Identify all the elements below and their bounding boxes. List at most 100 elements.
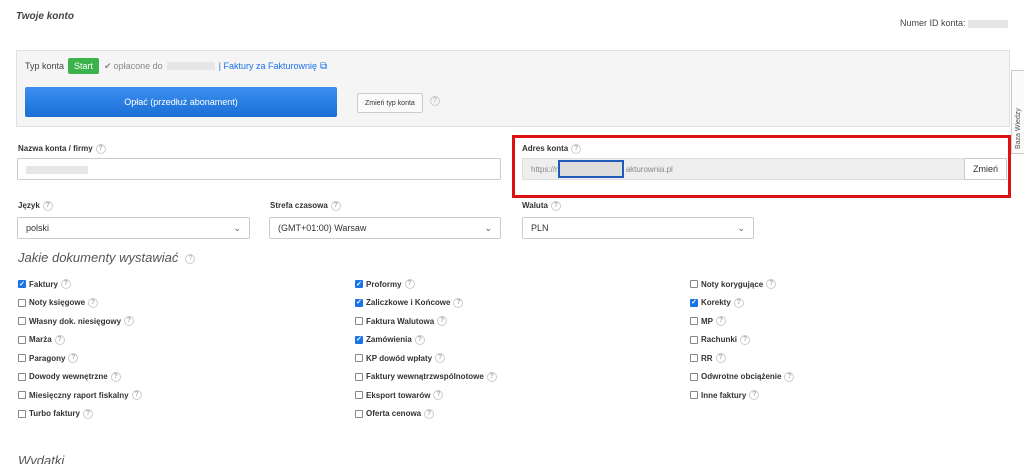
- checkbox-unchecked[interactable]: [690, 335, 698, 344]
- help-icon[interactable]: ?: [88, 297, 99, 308]
- pay-button[interactable]: Opłać (przedłuż abonament): [25, 87, 337, 117]
- copy-icon[interactable]: ⧉: [320, 61, 327, 72]
- document-option[interactable]: Eksport towarów?: [355, 390, 444, 400]
- help-icon[interactable]: ?: [749, 390, 760, 400]
- document-option[interactable]: Dowody wewnętrzne?: [18, 371, 121, 382]
- checkbox-checked[interactable]: ✓: [355, 280, 363, 288]
- plan-panel: Typ konta Start ✔ opłacone do | Faktury …: [16, 50, 1010, 127]
- document-option[interactable]: ✓ Faktury?: [18, 279, 71, 289]
- help-icon[interactable]: ?: [433, 390, 444, 400]
- checkbox-unchecked[interactable]: [18, 372, 26, 381]
- document-option-label: Marża: [29, 335, 52, 344]
- document-option[interactable]: Faktura Walutowa?: [355, 316, 448, 326]
- help-icon[interactable]: ?: [110, 371, 121, 382]
- document-option[interactable]: Własny dok. niesięgowy?: [18, 316, 135, 326]
- change-address-button[interactable]: Zmień: [964, 158, 1007, 180]
- document-option-label: Rachunki: [701, 335, 738, 344]
- checkbox-unchecked[interactable]: [18, 317, 26, 325]
- document-option[interactable]: Miesięczny raport fiskalny?: [18, 390, 142, 400]
- help-icon[interactable]: ?: [784, 371, 795, 382]
- company-name-input[interactable]: [17, 158, 501, 180]
- help-icon[interactable]: ?: [437, 316, 448, 326]
- checkbox-checked[interactable]: ✓: [355, 335, 363, 344]
- document-option[interactable]: Faktury wewnątrzwspólnotowe?: [355, 371, 497, 382]
- checkbox-unchecked[interactable]: [355, 354, 363, 362]
- checkbox-unchecked[interactable]: [18, 391, 26, 399]
- help-icon[interactable]: ?: [95, 144, 106, 154]
- help-icon[interactable]: ?: [42, 201, 53, 211]
- document-option[interactable]: MP?: [690, 316, 726, 326]
- help-icon[interactable]: ?: [766, 279, 777, 289]
- help-icon[interactable]: ?: [54, 334, 65, 345]
- help-icon[interactable]: ?: [550, 201, 561, 211]
- checkbox-unchecked[interactable]: [690, 391, 698, 399]
- expenses-title: Wydatki: [18, 453, 65, 464]
- document-option[interactable]: Noty korygujące?: [690, 279, 777, 289]
- help-icon[interactable]: ?: [330, 201, 341, 211]
- document-option[interactable]: Odwrotne obciążenie?: [690, 371, 795, 382]
- invoices-link[interactable]: | Faktury za Fakturownię: [219, 61, 317, 71]
- help-icon[interactable]: ?: [68, 353, 79, 363]
- document-option[interactable]: ✓ Proformy?: [355, 279, 415, 289]
- document-option[interactable]: RR?: [690, 353, 726, 363]
- checkbox-unchecked[interactable]: [18, 335, 26, 344]
- address-input[interactable]: https://m akturownia.pl: [522, 158, 964, 180]
- checkbox-unchecked[interactable]: [18, 409, 26, 418]
- document-option[interactable]: Turbo faktury?: [18, 408, 93, 419]
- document-option[interactable]: Inne faktury?: [690, 390, 760, 400]
- document-option-label: Odwrotne obciążenie: [701, 372, 782, 381]
- document-option[interactable]: Noty księgowe?: [18, 297, 99, 308]
- document-option[interactable]: Marża?: [18, 334, 65, 345]
- help-icon[interactable]: ?: [486, 371, 497, 382]
- document-option[interactable]: Oferta cenowa?: [355, 408, 435, 419]
- document-option[interactable]: ✓ Korekty?: [690, 297, 744, 308]
- timezone-label: Strefa czasowa?: [270, 201, 341, 211]
- knowledge-base-label: Baza Wiedzy: [1015, 108, 1022, 149]
- checkbox-checked[interactable]: ✓: [18, 280, 26, 288]
- checkbox-unchecked[interactable]: [690, 354, 698, 362]
- checkbox-unchecked[interactable]: [355, 317, 363, 325]
- checkbox-unchecked[interactable]: [18, 298, 26, 307]
- help-icon[interactable]: ?: [435, 353, 446, 363]
- checkbox-checked[interactable]: ✓: [690, 298, 698, 307]
- help-icon[interactable]: ?: [715, 353, 726, 363]
- change-type-button[interactable]: Zmień typ konta: [357, 93, 423, 113]
- document-option[interactable]: Rachunki?: [690, 334, 751, 345]
- document-option-label: RR: [701, 353, 713, 363]
- checkbox-unchecked[interactable]: [690, 372, 698, 381]
- checkbox-unchecked[interactable]: [690, 280, 698, 288]
- documents-title: Jakie dokumenty wystawiać?: [18, 250, 196, 265]
- document-option[interactable]: ✓ Zamówienia?: [355, 334, 425, 345]
- checkbox-checked[interactable]: ✓: [355, 298, 363, 307]
- checkbox-unchecked[interactable]: [355, 391, 363, 399]
- help-icon[interactable]: ?: [404, 279, 415, 289]
- checkbox-unchecked[interactable]: [355, 409, 363, 418]
- help-icon[interactable]: ?: [124, 316, 135, 326]
- help-icon[interactable]: ?: [185, 253, 196, 264]
- language-select[interactable]: polski ⌄: [17, 217, 250, 239]
- knowledge-base-tab[interactable]: Baza Wiedzy: [1011, 70, 1024, 154]
- help-icon[interactable]: ?: [131, 390, 142, 400]
- help-icon[interactable]: ?: [740, 334, 751, 345]
- help-icon[interactable]: ?: [571, 144, 582, 154]
- help-icon[interactable]: ?: [716, 316, 726, 326]
- help-icon[interactable]: ?: [424, 408, 435, 419]
- help-icon[interactable]: ?: [82, 408, 93, 419]
- account-type-label: Typ konta: [25, 61, 65, 71]
- document-option[interactable]: ✓ Zaliczkowe i Końcowe?: [355, 297, 464, 308]
- checkbox-unchecked[interactable]: [18, 354, 26, 362]
- help-icon[interactable]: ?: [453, 297, 464, 308]
- help-icon[interactable]: ?: [430, 96, 440, 106]
- timezone-select[interactable]: (GMT+01:00) Warsaw ⌄: [269, 217, 501, 239]
- document-option[interactable]: KP dowód wpłaty?: [355, 353, 446, 363]
- currency-select[interactable]: PLN ⌄: [522, 217, 754, 239]
- help-icon[interactable]: ?: [414, 334, 425, 345]
- document-option-label: Dowody wewnętrzne: [29, 372, 108, 381]
- checkbox-unchecked[interactable]: [355, 372, 363, 381]
- help-icon[interactable]: ?: [60, 279, 71, 289]
- language-label: Język?: [18, 201, 53, 211]
- document-option-label: Zamówienia: [366, 335, 412, 344]
- help-icon[interactable]: ?: [733, 297, 744, 308]
- document-option[interactable]: Paragony?: [18, 353, 79, 363]
- checkbox-unchecked[interactable]: [690, 317, 698, 325]
